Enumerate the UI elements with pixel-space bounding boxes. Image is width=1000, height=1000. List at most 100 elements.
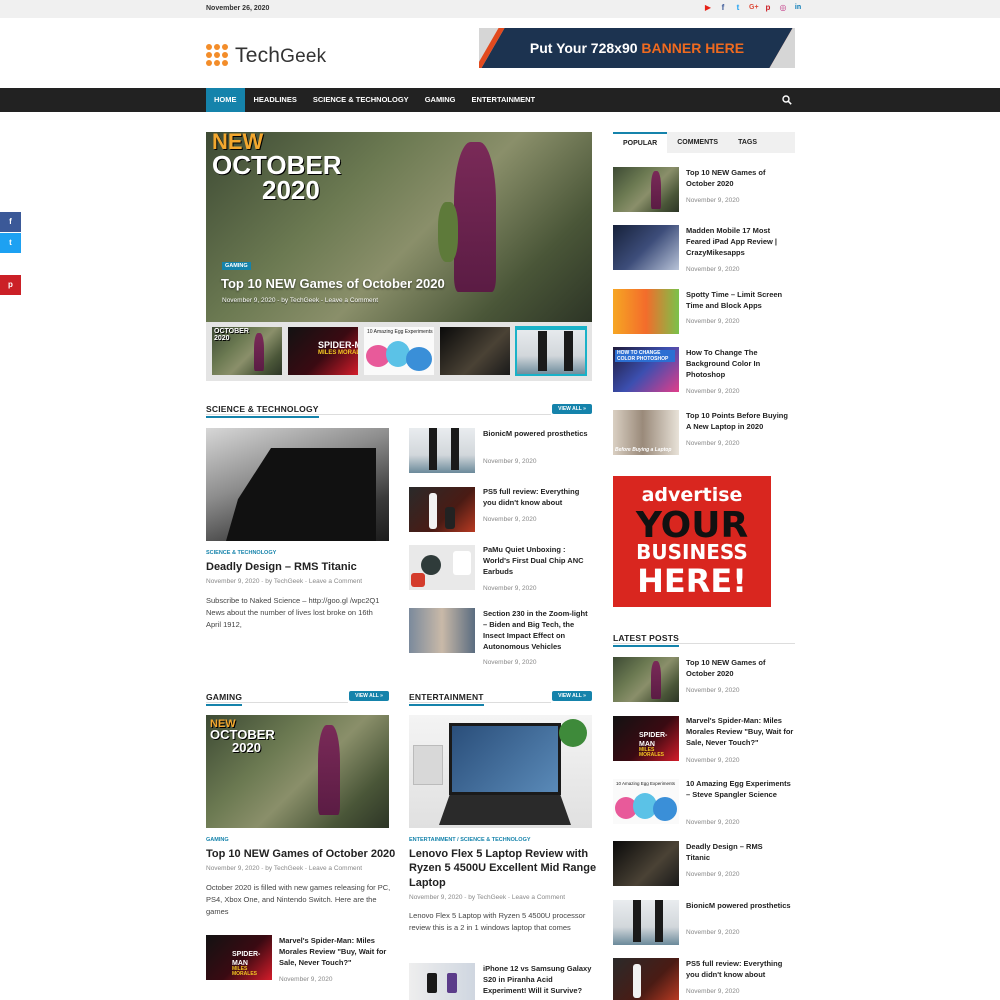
- sidebar-item-title[interactable]: Spotty Time – Limit Screen Time and Bloc…: [686, 290, 794, 312]
- list-item-thumb[interactable]: [409, 963, 475, 1000]
- list-item-title[interactable]: Section 230 in the Zoom-light – Biden an…: [483, 609, 593, 653]
- featured-meta: November 9, 2020 - by TechGeek - Leave a…: [222, 297, 379, 304]
- list-item-title[interactable]: BionicM powered prosthetics: [483, 429, 591, 440]
- article-category[interactable]: GAMING: [206, 837, 229, 843]
- header-banner-ad[interactable]: Put Your 728x90 BANNER HERE: [479, 28, 795, 68]
- sidebar-item-title[interactable]: Top 10 NEW Games of October 2020: [686, 168, 794, 190]
- sidebar-item-thumb[interactable]: [613, 289, 679, 334]
- tab-comments[interactable]: COMMENTS: [667, 132, 728, 153]
- nav-item-home[interactable]: HOME: [206, 88, 245, 112]
- sidebar-item-thumb[interactable]: Before Buying a Laptop: [613, 410, 679, 455]
- sidebar-item-thumb[interactable]: SPIDER-MAN MILES MORALES: [613, 716, 679, 761]
- sidebar-item-thumb[interactable]: [613, 841, 679, 886]
- sidebar-item-thumb[interactable]: 10 Amazing Egg Experiments: [613, 779, 679, 824]
- sidebar-item-title[interactable]: BionicM powered prosthetics: [686, 901, 794, 912]
- list-item-thumb[interactable]: SPIDER-MAN MILES MORALES: [206, 935, 272, 980]
- article-image[interactable]: [409, 715, 592, 828]
- list-item-thumb[interactable]: [409, 487, 475, 532]
- featured-title[interactable]: Top 10 NEW Games of October 2020: [221, 276, 445, 291]
- article-title[interactable]: Lenovo Flex 5 Laptop Review with Ryzen 5…: [409, 847, 597, 890]
- nav-item-science-technology[interactable]: SCIENCE & TECHNOLOGY: [305, 88, 417, 112]
- list-item-date: November 9, 2020: [483, 516, 537, 523]
- sidebar-item-date: November 9, 2020: [686, 440, 740, 447]
- slider-thumb-active[interactable]: [515, 326, 587, 376]
- sidebar-item-thumb[interactable]: [613, 167, 679, 212]
- sidebar-item-thumb[interactable]: [613, 225, 679, 270]
- slider-thumb[interactable]: [440, 327, 510, 375]
- site-logo[interactable]: TechGeek: [206, 44, 326, 68]
- share-pinterest-icon[interactable]: p: [0, 275, 21, 295]
- sidebar-item-date: November 9, 2020: [686, 757, 740, 764]
- featured-category-badge[interactable]: GAMING: [222, 262, 251, 270]
- sidebar-item-date: November 9, 2020: [686, 388, 740, 395]
- share-facebook-icon[interactable]: f: [0, 212, 21, 232]
- list-item-date: November 9, 2020: [483, 659, 537, 666]
- googleplus-icon[interactable]: G+: [749, 4, 759, 12]
- list-item-date: November 9, 2020: [279, 976, 333, 983]
- nav-item-gaming[interactable]: GAMING: [417, 88, 464, 112]
- slider-thumb[interactable]: 10 Amazing Egg Experiments: [364, 327, 434, 375]
- article-meta: November 9, 2020 - by TechGeek - Leave a…: [206, 578, 363, 585]
- article-excerpt: Subscribe to Naked Science – http://goo.…: [206, 596, 380, 629]
- list-item-title[interactable]: Marvel's Spider-Man: Miles Morales Revie…: [279, 936, 391, 969]
- sidebar-item-thumb[interactable]: [613, 657, 679, 702]
- tab-popular[interactable]: POPULAR: [613, 132, 668, 153]
- article-meta: November 9, 2020 - by TechGeek - Leave a…: [206, 865, 363, 872]
- youtube-icon[interactable]: ▶: [704, 4, 712, 12]
- share-twitter-icon[interactable]: t: [0, 233, 21, 253]
- sidebar-item-date: November 9, 2020: [686, 197, 740, 204]
- article-category[interactable]: ENTERTAINMENT / SCIENCE & TECHNOLOGY: [409, 837, 531, 843]
- sidebar-item-thumb[interactable]: [613, 958, 679, 1000]
- sidebar-tabs: POPULAR COMMENTS TAGS: [613, 132, 795, 153]
- list-item-title[interactable]: iPhone 12 vs Samsung Galaxy S20 in Piran…: [483, 964, 593, 997]
- pinterest-icon[interactable]: p: [764, 4, 772, 12]
- current-date: November 26, 2020: [206, 5, 270, 12]
- nav-item-headlines[interactable]: HEADLINES: [246, 88, 305, 112]
- slider-thumb[interactable]: SPIDER-MANMILES MORALES: [288, 327, 358, 375]
- sidebar-item-date: November 9, 2020: [686, 819, 740, 826]
- science-view-all-button[interactable]: VIEW ALL »: [552, 404, 592, 414]
- list-item-thumb[interactable]: [409, 545, 475, 590]
- sidebar-item-title[interactable]: How To Change The Background Color In Ph…: [686, 348, 794, 381]
- section-heading-entertainment: ENTERTAINMENT: [409, 692, 484, 706]
- sidebar-advertise-banner[interactable]: advertise YOUR BUSINESS HERE!: [613, 476, 771, 607]
- section-heading-science: SCIENCE & TECHNOLOGY: [206, 404, 319, 418]
- article-image[interactable]: NEW OCTOBER 2020: [206, 715, 389, 828]
- article-title[interactable]: Top 10 NEW Games of October 2020: [206, 847, 396, 861]
- instagram-icon[interactable]: ◎: [779, 4, 787, 12]
- sidebar-item-date: November 9, 2020: [686, 318, 740, 325]
- list-item-thumb[interactable]: [409, 608, 475, 653]
- sidebar-item-thumb[interactable]: [613, 900, 679, 945]
- article-image[interactable]: [206, 428, 389, 541]
- list-item-thumb[interactable]: [409, 428, 475, 473]
- article-category[interactable]: SCIENCE & TECHNOLOGY: [206, 550, 276, 556]
- facebook-icon[interactable]: f: [719, 4, 727, 12]
- sidebar-item-date: November 9, 2020: [686, 871, 740, 878]
- list-item-title[interactable]: PaMu Quiet Unboxing : World's First Dual…: [483, 545, 593, 578]
- sidebar-item-title[interactable]: Deadly Design – RMS Titanic: [686, 842, 786, 864]
- logo-icon: [206, 44, 230, 68]
- article-excerpt: Lenovo Flex 5 Laptop with Ryzen 5 4500U …: [409, 911, 586, 932]
- entertainment-view-all-button[interactable]: VIEW ALL »: [552, 691, 592, 701]
- sidebar-item-title[interactable]: Marvel's Spider-Man: Miles Morales Revie…: [686, 716, 796, 749]
- featured-image[interactable]: NEW OCTOBER 2020: [206, 132, 592, 322]
- social-links: ▶ f t G+ p ◎ in: [704, 4, 802, 12]
- list-item-title[interactable]: PS5 full review: Everything you didn't k…: [483, 487, 591, 509]
- sidebar-item-title[interactable]: Top 10 NEW Games of October 2020: [686, 658, 794, 680]
- sidebar-item-title[interactable]: 10 Amazing Egg Experiments – Steve Spang…: [686, 779, 794, 801]
- slider-thumb[interactable]: OCTOBER 2020: [212, 327, 282, 375]
- list-item-date: November 9, 2020: [483, 458, 537, 465]
- nav-item-entertainment[interactable]: ENTERTAINMENT: [464, 88, 544, 112]
- slider-thumbnails: OCTOBER2020 SPIDER-MANMILES MORALES 10 A…: [212, 326, 587, 376]
- search-icon[interactable]: [782, 95, 792, 105]
- sidebar-item-title[interactable]: PS5 full review: Everything you didn't k…: [686, 959, 796, 981]
- sidebar-item-title[interactable]: Top 10 Points Before Buying A New Laptop…: [686, 411, 794, 433]
- gaming-view-all-button[interactable]: VIEW ALL »: [349, 691, 389, 701]
- logo-text: TechGeek: [235, 44, 327, 67]
- sidebar-item-title[interactable]: Madden Mobile 17 Most Feared iPad App Re…: [686, 226, 794, 259]
- article-title[interactable]: Deadly Design – RMS Titanic: [206, 560, 389, 574]
- linkedin-icon[interactable]: in: [794, 4, 802, 12]
- twitter-icon[interactable]: t: [734, 4, 742, 12]
- tab-tags[interactable]: TAGS: [728, 132, 767, 153]
- sidebar-item-thumb[interactable]: HOW TO CHANGE COLOR PHOTOSHOP: [613, 347, 679, 392]
